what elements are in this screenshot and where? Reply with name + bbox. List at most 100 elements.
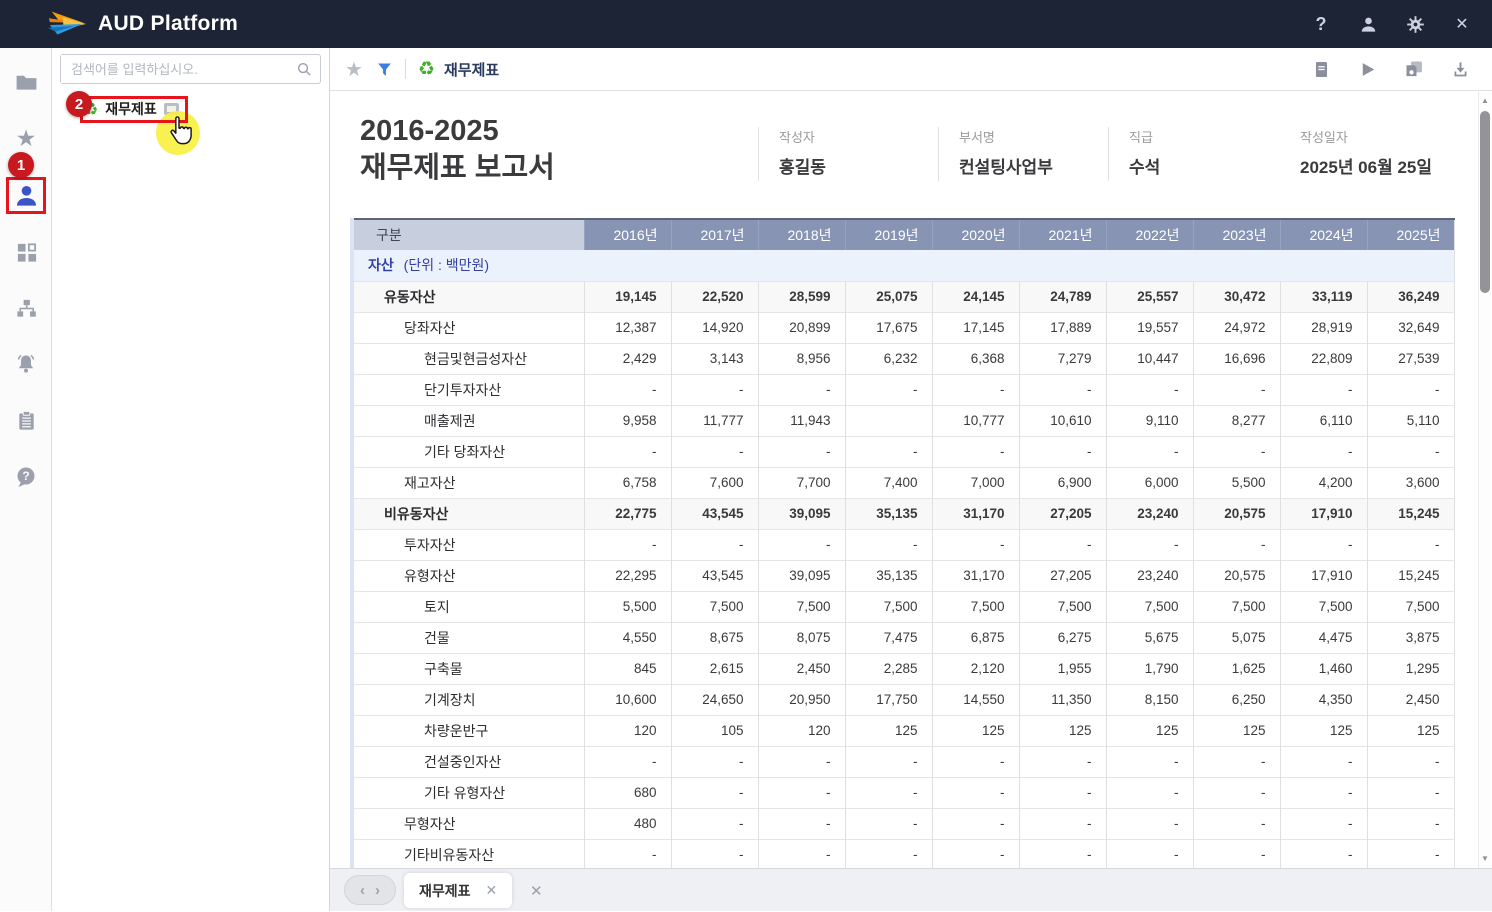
tab-close-icon[interactable]: ✕ [486, 882, 498, 899]
financial-table: 구분 2016년2017년2018년2019년2020년2021년2022년20… [350, 218, 1455, 868]
row-label: 무형자산 [354, 808, 584, 839]
year-column-header: 2023년 [1193, 219, 1280, 250]
user-icon[interactable] [1358, 14, 1378, 34]
table-row: 기타비유동자산---------- [354, 839, 1454, 868]
scrollbar-thumb[interactable] [1480, 111, 1490, 293]
table-header-row: 구분 2016년2017년2018년2019년2020년2021년2022년20… [354, 219, 1454, 250]
report-title-name: 재무제표 보고서 [360, 150, 555, 187]
cell-value: - [1193, 777, 1280, 808]
cell-value: 7,500 [1367, 591, 1454, 622]
cell-value: 4,200 [1280, 467, 1367, 498]
cell-value: - [1367, 746, 1454, 777]
favorite-star-icon[interactable]: ★ [345, 57, 363, 82]
cell-value: 3,143 [671, 343, 758, 374]
cell-value: - [584, 374, 671, 405]
cell-value: - [845, 746, 932, 777]
table-row: 재고자산6,7587,6007,7007,4007,0006,9006,0005… [354, 467, 1454, 498]
cell-value: - [1280, 777, 1367, 808]
meta-position: 직급 수석 [1108, 127, 1160, 181]
cell-value: 2,450 [1367, 684, 1454, 715]
annotation-box-user-icon [6, 177, 46, 214]
cell-value: - [1106, 839, 1193, 868]
cell-value: 5,075 [1193, 622, 1280, 653]
cell-value: - [1019, 839, 1106, 868]
cell-value: 35,135 [845, 560, 932, 591]
search-input[interactable] [61, 55, 287, 83]
close-all-tabs-icon[interactable]: ✕ [530, 869, 543, 912]
cell-value: - [671, 436, 758, 467]
play-icon[interactable] [1358, 60, 1377, 79]
cell-value: - [932, 808, 1019, 839]
row-label: 유형자산 [354, 560, 584, 591]
cell-value: 36,249 [1367, 281, 1454, 312]
grid-icon[interactable] [0, 235, 52, 269]
svg-text:?: ? [22, 469, 29, 483]
cell-value: - [584, 839, 671, 868]
year-column-header: 2021년 [1019, 219, 1106, 250]
meta-value: 컨설팅사업부 [959, 153, 1053, 178]
save-copy-icon[interactable] [1404, 59, 1424, 79]
table-row: 무형자산480--------- [354, 808, 1454, 839]
tab-prev-icon[interactable]: ‹ [360, 883, 365, 898]
cell-value: 125 [1193, 715, 1280, 746]
cell-value [845, 405, 932, 436]
filter-icon[interactable] [376, 61, 393, 78]
cell-value: 30,472 [1193, 281, 1280, 312]
cell-value: 3,600 [1367, 467, 1454, 498]
year-column-header: 2020년 [932, 219, 1019, 250]
table-row: 당좌자산12,38714,92020,89917,67517,14517,889… [354, 312, 1454, 343]
vertical-scrollbar[interactable]: ▲ ▼ [1478, 92, 1491, 868]
download-icon[interactable] [1451, 60, 1470, 79]
cell-value: - [932, 839, 1019, 868]
cell-value: - [1367, 777, 1454, 808]
meta-label: 작성자 [779, 127, 826, 146]
meta-value: 2025년 06월 25일 [1300, 153, 1432, 178]
cell-value: 31,170 [932, 498, 1019, 529]
cell-value: - [1106, 808, 1193, 839]
tab-next-icon[interactable]: › [375, 883, 380, 898]
cell-value: 23,240 [1106, 560, 1193, 591]
cell-value: 5,110 [1367, 405, 1454, 436]
search-icon[interactable] [296, 61, 313, 83]
scroll-up-arrow-icon[interactable]: ▲ [1479, 94, 1491, 108]
table-row: 투자자산---------- [354, 529, 1454, 560]
cell-value: - [671, 374, 758, 405]
document-icon[interactable] [1312, 60, 1331, 79]
year-column-header: 2022년 [1106, 219, 1193, 250]
star-icon[interactable]: ★ [0, 121, 52, 155]
orgchart-icon[interactable] [0, 291, 52, 325]
cell-value: 33,119 [1280, 281, 1367, 312]
annotation-step-1-badge: 1 [8, 152, 34, 178]
help-bubble-icon[interactable]: ? [0, 460, 52, 494]
cell-value: 1,625 [1193, 653, 1280, 684]
cell-value: - [1280, 529, 1367, 560]
table-row: 비유동자산22,77543,54539,09535,13531,17027,20… [354, 498, 1454, 529]
cell-value: - [1019, 746, 1106, 777]
cell-value: - [1367, 529, 1454, 560]
settings-icon[interactable] [1405, 14, 1425, 34]
cell-value: - [671, 777, 758, 808]
scroll-down-arrow-icon[interactable]: ▼ [1479, 852, 1491, 866]
cell-value: 6,250 [1193, 684, 1280, 715]
cell-value: 24,972 [1193, 312, 1280, 343]
cell-value: 17,750 [845, 684, 932, 715]
clipboard-icon[interactable] [0, 403, 52, 437]
folder-icon[interactable] [0, 65, 52, 99]
cell-value: - [758, 746, 845, 777]
tab-nav-pill: ‹ › [344, 875, 396, 905]
cell-value: 28,919 [1280, 312, 1367, 343]
help-icon[interactable]: ? [1311, 14, 1331, 34]
cell-value: 17,675 [845, 312, 932, 343]
cell-value: - [584, 746, 671, 777]
cell-value: 24,650 [671, 684, 758, 715]
bell-icon[interactable] [0, 347, 52, 381]
cell-value: - [932, 746, 1019, 777]
section-row-assets: 자산 (단위 : 백만원) [354, 250, 1454, 281]
report-title: 2016-2025 재무제표 보고서 [360, 113, 555, 187]
close-icon[interactable]: ✕ [1452, 14, 1472, 34]
cell-value: 24,789 [1019, 281, 1106, 312]
table-row: 기계장치10,60024,65020,95017,75014,55011,350… [354, 684, 1454, 715]
cell-value: 14,920 [671, 312, 758, 343]
cell-value: 10,447 [1106, 343, 1193, 374]
tab-financial-statements[interactable]: 재무제표 ✕ [404, 873, 512, 908]
